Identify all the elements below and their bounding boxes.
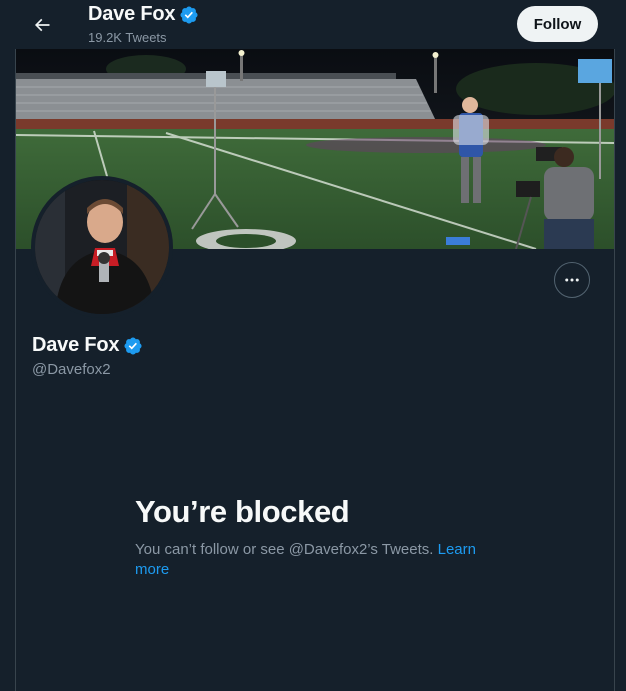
blocked-title: You’re blocked (135, 494, 350, 529)
follow-button[interactable]: Follow (517, 6, 598, 42)
arrow-left-icon (34, 18, 50, 32)
more-options-button[interactable] (554, 262, 590, 298)
blocked-message-text: You can’t follow or see @Davefox2’s Twee… (135, 541, 438, 558)
profile-handle: @Davefox2 (32, 361, 111, 378)
profile-name: Dave Fox (32, 334, 143, 357)
header-name-text: Dave Fox (88, 3, 176, 25)
blocked-message: You can’t follow or see @Davefox2’s Twee… (135, 540, 495, 580)
tweet-count: 19.2K Tweets (88, 30, 167, 45)
avatar-image (35, 180, 169, 314)
profile-avatar[interactable] (31, 176, 173, 318)
more-horizontal-icon (565, 278, 579, 282)
profile-name-text: Dave Fox (32, 334, 120, 356)
header-title: Dave Fox (88, 3, 199, 26)
profile-header: Dave Fox 19.2K Tweets Follow (0, 0, 626, 49)
back-button[interactable] (24, 7, 60, 43)
verified-badge-icon (180, 5, 198, 24)
verified-badge-icon (124, 336, 142, 355)
